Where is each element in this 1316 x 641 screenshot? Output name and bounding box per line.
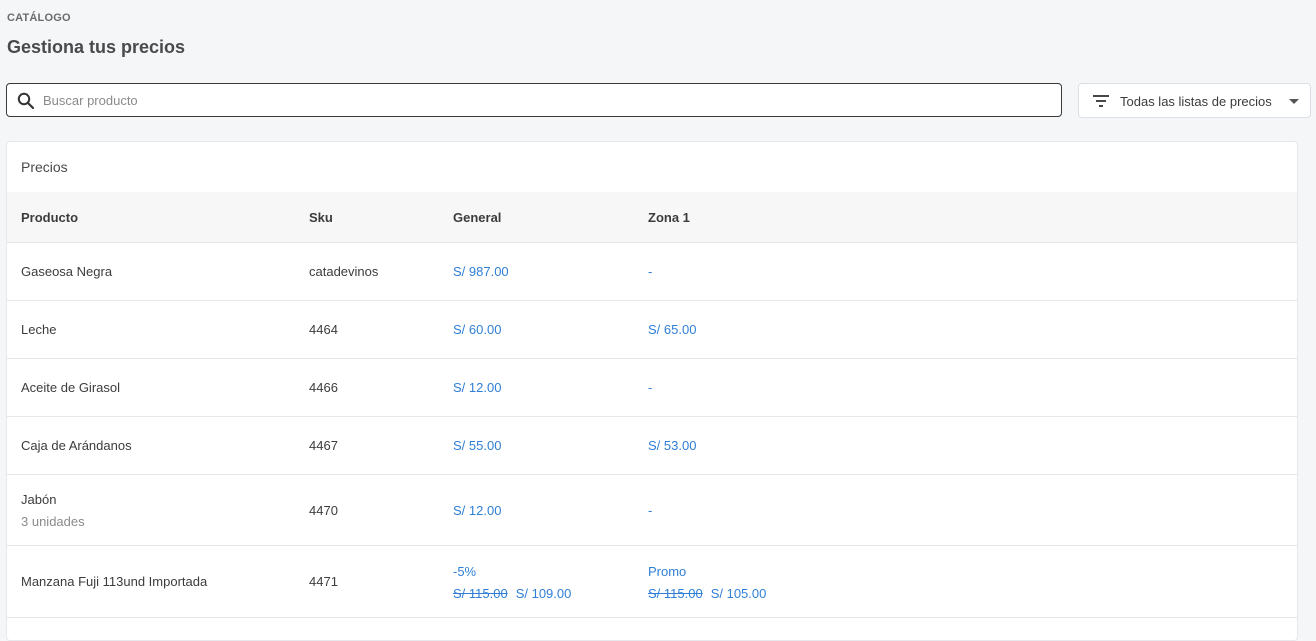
sku-value: 4466 [309,380,338,395]
prices-card: Precios Producto Sku General Zona 1 Gase… [6,141,1298,641]
general-price[interactable]: S/ 12.00 [453,503,501,518]
card-title: Precios [21,159,68,175]
discounted-price: S/ 105.00 [710,586,767,601]
table-row[interactable]: Leche 4464 S/ 60.00 S/ 65.00 [7,301,1297,359]
general-price[interactable]: S/ 987.00 [453,264,509,279]
price-list-filter-dropdown[interactable]: Todas las listas de precios [1078,83,1311,118]
product-cell: Jabón 3 unidades [21,492,85,529]
zona-1-price[interactable]: - [648,264,652,279]
page-eyebrow: CATÁLOGO [7,12,71,24]
general-price[interactable]: S/ 12.00 [453,380,501,395]
general-price-cell[interactable]: -5% S/ 115.00 S/ 109.00 [453,564,571,601]
general-price[interactable]: S/ 60.00 [453,322,501,337]
product-subtitle: 3 unidades [21,514,85,529]
sku-value: 4467 [309,438,338,453]
table-header: Producto Sku General Zona 1 [7,192,1297,243]
product-name: Leche [21,322,57,337]
sku-value: 4471 [309,574,338,589]
search-box[interactable] [6,83,1062,117]
filter-icon [1093,95,1109,107]
table-row[interactable]: Aceite de Girasol 4466 S/ 12.00 - [7,359,1297,417]
sku-value: 4464 [309,322,338,337]
sku-value: catadevinos [309,264,379,279]
product-name: Manzana Fuji 113und Importada [21,574,208,589]
promo-tag: Promo [648,564,687,579]
search-input[interactable] [43,84,1043,116]
table-row[interactable]: Jabón 3 unidades 4470 S/ 12.00 - [7,475,1297,546]
discount-tag: -5% [453,564,477,579]
column-header-product[interactable]: Producto [21,210,78,225]
page-title: Gestiona tus precios [7,37,186,57]
original-price: S/ 115.00 [648,586,703,601]
zona-1-price[interactable]: S/ 53.00 [648,438,696,453]
filter-label: Todas las listas de precios [1120,94,1272,109]
discounted-price: S/ 109.00 [515,586,572,601]
search-icon [17,92,35,110]
product-name: Gaseosa Negra [21,264,113,279]
product-name: Jabón [21,492,57,507]
product-name: Aceite de Girasol [21,380,120,395]
product-name: Caja de Arándanos [21,438,132,453]
table-row[interactable]: Manzana Fuji 113und Importada 4471 -5% S… [7,546,1297,618]
zona-1-price[interactable]: - [648,503,652,518]
zona-1-price-cell[interactable]: Promo S/ 115.00 S/ 105.00 [648,564,766,601]
sku-value: 4470 [309,503,338,518]
table-row[interactable]: Gaseosa Negra catadevinos S/ 987.00 - [7,243,1297,301]
column-header-zona-1[interactable]: Zona 1 [648,210,690,225]
table-row[interactable]: Caja de Arándanos 4467 S/ 55.00 S/ 53.00 [7,417,1297,475]
column-header-general[interactable]: General [453,210,501,225]
zona-1-price[interactable]: - [648,380,652,395]
original-price: S/ 115.00 [453,586,508,601]
column-header-sku[interactable]: Sku [309,210,333,225]
zona-1-price[interactable]: S/ 65.00 [648,322,696,337]
general-price[interactable]: S/ 55.00 [453,438,501,453]
caret-down-icon [1289,99,1299,104]
